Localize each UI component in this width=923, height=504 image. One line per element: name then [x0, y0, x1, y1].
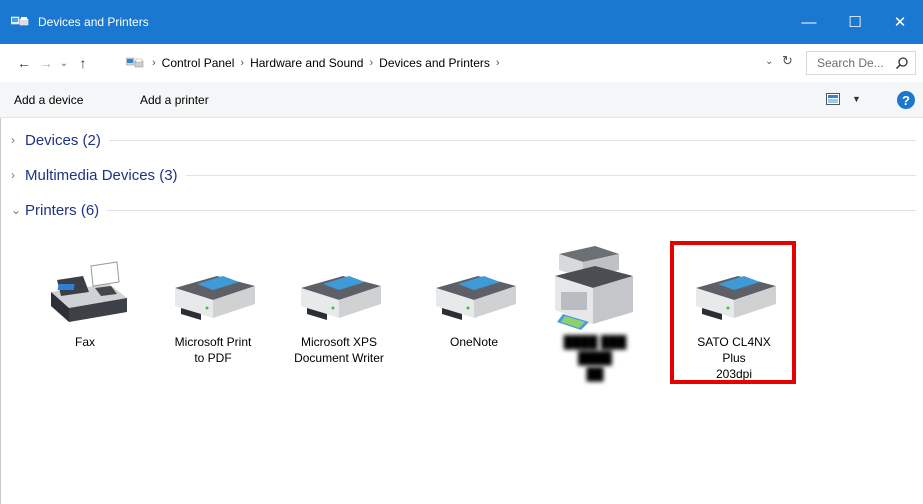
close-button[interactable]: ✕ [877, 0, 923, 44]
minimize-button[interactable]: — [786, 0, 832, 44]
printer-name-line2: ██ [586, 367, 604, 381]
recent-locations-chevron-icon[interactable]: ⌄ [57, 44, 71, 82]
add-printer-button[interactable]: Add a printer [140, 93, 209, 107]
printer-icon [175, 276, 255, 320]
group-divider [185, 174, 916, 176]
breadcrumb-hardware-and-sound[interactable]: Hardware and Sound [250, 56, 363, 70]
printer-name: Microsoft XPS [300, 335, 378, 349]
search-placeholder: Search De... [817, 56, 884, 70]
chevron-right-icon[interactable]: › [11, 168, 23, 182]
window-title: Devices and Printers [38, 15, 149, 29]
printer-tile-fax[interactable]: Fax [36, 242, 134, 350]
breadcrumb-separator-icon[interactable]: › [496, 57, 500, 69]
group-header-printers[interactable]: ⌄ Printers (6) [11, 200, 916, 220]
group-header-multimedia-devices[interactable]: › Multimedia Devices (3) [11, 165, 916, 185]
printer-name: OneNote [449, 335, 499, 349]
change-view-icon[interactable] [826, 93, 840, 105]
breadcrumb-separator-icon[interactable]: › [152, 57, 156, 69]
printer-icon [301, 276, 381, 320]
maximize-button[interactable]: ☐ [832, 0, 878, 44]
address-history-chevron-icon[interactable]: ⌄ [765, 56, 773, 67]
fax-icon [51, 261, 127, 322]
printer-tile-microsoft-xps-document-writer[interactable]: Microsoft XPS Document Writer [290, 242, 388, 366]
printer-tile-onenote[interactable]: OneNote [425, 242, 523, 350]
forward-arrow-icon[interactable]: → [36, 44, 56, 82]
control-panel-icon [126, 57, 144, 68]
up-arrow-icon[interactable]: ↑ [74, 44, 92, 82]
chevron-right-icon[interactable]: › [11, 133, 23, 147]
command-bar: Add a device Add a printer ▼ ? [0, 82, 923, 118]
back-arrow-icon[interactable]: ← [14, 44, 34, 82]
group-label[interactable]: Devices (2) [25, 132, 101, 149]
printer-name: Fax [74, 335, 95, 349]
help-button[interactable]: ? [897, 91, 915, 109]
address-bar[interactable]: › Control Panel › Hardware and Sound › D… [126, 52, 798, 74]
breadcrumb-separator-icon[interactable]: › [369, 57, 373, 69]
multifunction-printer-icon [555, 246, 633, 330]
devices-printers-app-icon [11, 16, 29, 26]
group-label[interactable]: Multimedia Devices (3) [25, 167, 178, 184]
printer-name-line2: Document Writer [294, 351, 384, 365]
search-icon[interactable] [895, 56, 909, 70]
view-options-dropdown-icon[interactable]: ▼ [852, 94, 861, 104]
highlight-box [670, 241, 796, 384]
chevron-down-icon[interactable]: ⌄ [11, 203, 23, 217]
search-input[interactable]: Search De... [806, 51, 916, 75]
breadcrumb-separator-icon[interactable]: › [240, 57, 244, 69]
printer-name: Microsoft Print [174, 335, 252, 349]
printer-name: ████ ███ ████ [563, 335, 627, 365]
title-bar: Devices and Printers — ☐ ✕ [0, 0, 923, 44]
add-device-button[interactable]: Add a device [14, 93, 83, 107]
printer-icon [436, 276, 516, 320]
refresh-icon[interactable]: ↻ [782, 53, 793, 69]
address-row: ← → ⌄ ↑ › Control Panel › Hardware and S… [0, 44, 923, 82]
printer-tile-redacted[interactable]: ████ ███ ████ ██ [546, 242, 644, 382]
breadcrumb-control-panel[interactable]: Control Panel [162, 56, 235, 70]
group-label[interactable]: Printers (6) [25, 202, 99, 219]
group-divider [108, 139, 916, 141]
printer-name-line2: to PDF [194, 351, 232, 365]
breadcrumb-devices-and-printers[interactable]: Devices and Printers [379, 56, 490, 70]
printer-tile-microsoft-print-to-pdf[interactable]: Microsoft Print to PDF [164, 242, 262, 366]
group-header-devices[interactable]: › Devices (2) [11, 130, 916, 150]
group-divider [107, 209, 916, 211]
